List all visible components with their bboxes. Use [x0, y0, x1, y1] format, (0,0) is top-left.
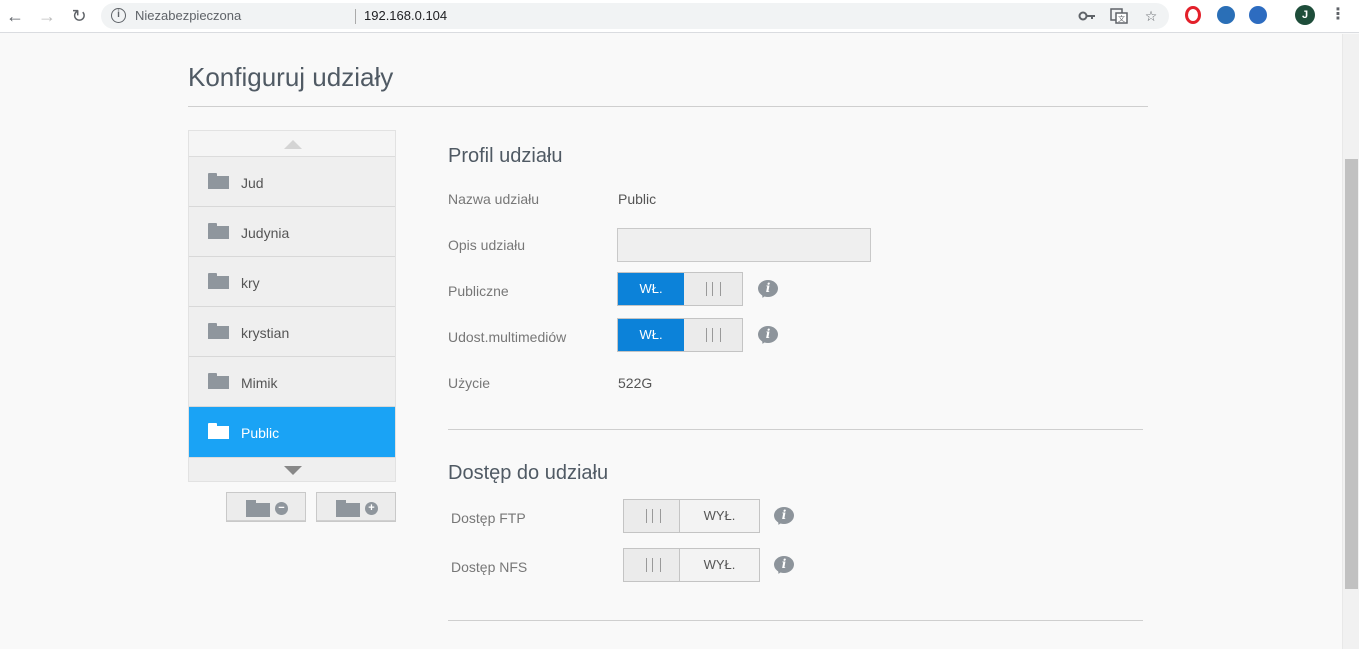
- divider: [188, 106, 1148, 107]
- page-title: Konfiguruj udziały: [188, 62, 394, 92]
- media-sharing-label: Udost.multimediów: [448, 329, 567, 345]
- plus-icon: +: [365, 502, 378, 515]
- usage-value: 522G: [618, 375, 653, 391]
- share-description-label: Opis udziału: [448, 237, 526, 253]
- toggle-grip[interactable]: [624, 549, 682, 581]
- share-name: Judynia: [241, 225, 290, 241]
- share-name-value: Public: [618, 191, 657, 207]
- remove-share-button[interactable]: −: [226, 492, 306, 522]
- info-icon[interactable]: i: [111, 8, 126, 23]
- toggle-on-label: WŁ.: [618, 319, 684, 351]
- ftp-label: Dostęp FTP: [451, 510, 526, 526]
- security-label: Niezabezpieczona: [135, 8, 242, 23]
- share-item-judynia[interactable]: Judynia: [189, 207, 395, 257]
- extension-icon[interactable]: [1217, 6, 1235, 24]
- opera-extension-icon[interactable]: [1185, 6, 1201, 24]
- share-name: krystian: [241, 325, 290, 341]
- info-icon[interactable]: i: [758, 326, 778, 346]
- toggle-grip[interactable]: [684, 273, 742, 305]
- scroll-down-button[interactable]: [189, 457, 395, 481]
- address-bar[interactable]: i Niezabezpieczona 192.168.0.104 文 ☆: [101, 3, 1169, 29]
- divider: [448, 429, 1143, 430]
- media-sharing-toggle[interactable]: WŁ.: [617, 318, 743, 352]
- folder-icon: [336, 500, 360, 517]
- share-name: Mimik: [241, 375, 278, 391]
- folder-icon: [208, 223, 229, 239]
- reload-icon[interactable]: ↻: [68, 5, 90, 27]
- usage-label: Użycie: [448, 375, 491, 391]
- share-item-jud[interactable]: Jud: [189, 157, 395, 207]
- public-toggle[interactable]: WŁ.: [617, 272, 743, 306]
- folder-icon: [208, 173, 229, 189]
- info-icon[interactable]: i: [774, 507, 794, 527]
- extension-icon-2[interactable]: [1249, 6, 1267, 24]
- share-name: Jud: [241, 175, 264, 191]
- toggle-grip[interactable]: [684, 319, 742, 351]
- back-arrow-icon[interactable]: ←: [4, 5, 26, 27]
- toggle-off-label: WYŁ.: [679, 500, 759, 532]
- share-description-input[interactable]: [617, 228, 871, 262]
- key-icon[interactable]: [1078, 8, 1096, 24]
- scroll-up-button[interactable]: [189, 131, 395, 157]
- share-name-label: Nazwa udziału: [448, 191, 540, 207]
- toggle-grip[interactable]: [624, 500, 682, 532]
- share-name: Public: [241, 425, 280, 441]
- info-icon[interactable]: i: [758, 280, 778, 300]
- svg-text:文: 文: [1118, 14, 1125, 23]
- toggle-off-label: WYŁ.: [679, 549, 759, 581]
- minus-icon: −: [275, 502, 288, 515]
- nfs-label: Dostęp NFS: [451, 559, 528, 575]
- add-share-button[interactable]: +: [316, 492, 396, 522]
- share-name: kry: [241, 275, 260, 291]
- folder-icon: [208, 273, 229, 289]
- share-item-kry[interactable]: kry: [189, 257, 395, 307]
- share-item-mimik[interactable]: Mimik: [189, 357, 395, 407]
- share-item-krystian[interactable]: krystian: [189, 307, 395, 357]
- public-label: Publiczne: [448, 283, 509, 299]
- url-text[interactable]: 192.168.0.104: [364, 8, 447, 23]
- avatar[interactable]: J: [1295, 5, 1315, 25]
- folder-icon: [246, 500, 270, 517]
- info-icon[interactable]: i: [774, 556, 794, 576]
- folder-icon: [208, 423, 229, 439]
- ftp-toggle[interactable]: WYŁ.: [623, 499, 760, 533]
- browser-toolbar: ← → ↻ i Niezabezpieczona 192.168.0.104 文…: [0, 0, 1359, 33]
- folder-icon: [208, 323, 229, 339]
- forward-arrow-icon[interactable]: →: [36, 5, 58, 27]
- scrollbar-thumb[interactable]: [1345, 159, 1358, 589]
- scrollbar[interactable]: [1342, 34, 1359, 649]
- menu-icon[interactable]: ⋮: [1330, 4, 1346, 26]
- share-item-public[interactable]: Public: [189, 407, 395, 457]
- section-title-access: Dostęp do udziału: [448, 462, 609, 484]
- nfs-toggle[interactable]: WYŁ.: [623, 548, 760, 582]
- star-icon[interactable]: ☆: [1142, 8, 1160, 24]
- divider: [448, 620, 1143, 621]
- share-list: Jud Judynia kry krystian Mimik Public: [188, 130, 396, 482]
- folder-icon: [208, 373, 229, 389]
- divider: [355, 9, 356, 24]
- translate-icon[interactable]: 文: [1110, 8, 1128, 24]
- section-title-profile: Profil udziału: [448, 145, 563, 167]
- toggle-on-label: WŁ.: [618, 273, 684, 305]
